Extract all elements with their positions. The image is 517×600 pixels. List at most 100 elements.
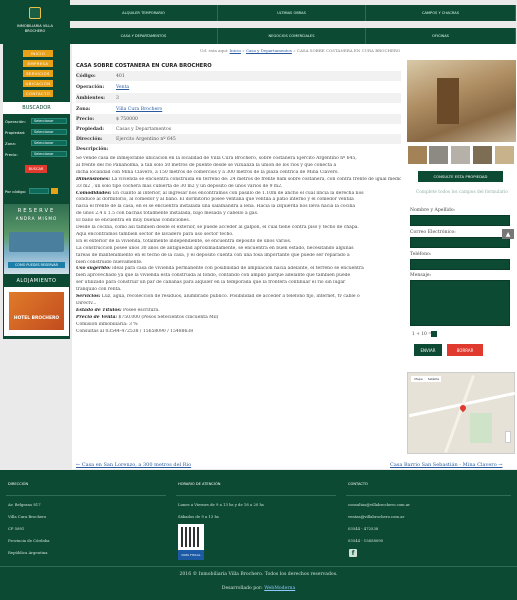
thumbnail[interactable] [473,146,492,164]
description-line: hacia el frente de la casa, en el se enc… [76,204,401,211]
thumbnail[interactable] [429,146,448,164]
description-line: ser utilizado para construir un par de c… [76,280,401,287]
filter-select-zona[interactable]: Seleccionar [31,140,67,146]
footer-hours-line: Sábados de 9 a 13 hs [178,514,219,519]
facebook-icon[interactable]: f [349,549,357,557]
phone-field[interactable] [410,259,510,270]
description-text: tareas de mantenimiento en el techo de l… [76,252,350,258]
menu-inicio[interactable]: INICIO [23,50,53,57]
field-value-link[interactable]: Villa Cura Brochero [116,107,162,112]
breadcrumb-home[interactable]: Inicio [230,48,241,53]
description-line: El baño se encuentra en muy buenas condi… [76,218,401,225]
description-heading: Estado de Títulos: [76,307,122,313]
send-button[interactable]: ENVIAR [414,344,442,356]
description-text: Luz, agua, recolección de residuos, alum… [100,294,360,299]
description-text: $750.000 (Pesos Setecientos cincuenta Mi… [117,314,219,320]
menu-contacto[interactable]: CONTACTO [23,90,53,97]
description-text: La vivienda se encuentra construida en t… [111,176,401,182]
captcha-input[interactable] [431,331,437,337]
map-tab-mapa[interactable]: Mapa [411,376,426,382]
map[interactable]: Mapa Satélite [407,372,516,454]
nav-campos-chacras[interactable]: CAMPOS Y CHACRAS [366,5,516,21]
description-text: dicha localidad con Mina Clavero, a 150 … [76,169,339,175]
description-heading: Dimensiones: [76,176,111,182]
description-heading: Servicios: [76,294,101,299]
qr-code-icon [181,527,201,547]
thumbnail[interactable] [408,146,427,164]
breadcrumb-section[interactable]: Casa y Departamentos [246,48,292,53]
description-line: al frente del rio Panaholma, a tan solo … [76,163,401,170]
field-key: Precio: [76,116,95,122]
map-tab-satelite[interactable]: Satélite [426,376,441,382]
description-text: Consultas al 03544-472538 / 15658090 / 1… [76,328,194,334]
search-button-label: BUSCAR [28,167,44,171]
description-line: bien aprovechado ya que la vivienda esta… [76,273,401,280]
thumbnail[interactable] [451,146,470,164]
hotel-ad-banner[interactable]: ALOJAMIENTO HOTEL BROCHERO [4,276,69,336]
buscador-header: BUSCADOR [3,102,70,114]
code-input[interactable] [29,188,49,194]
logo[interactable]: INMOBILIARIA VILLA BROCHERO [0,0,70,44]
description-line: Dimensiones: La vivienda se encuentra co… [76,177,401,184]
menu-empresa[interactable]: EMPRESA [23,60,53,67]
menu-servicios[interactable]: SERVICIOS [23,70,53,77]
consult-property-button[interactable]: CONSULTE ESTA PROPIEDAD [418,171,503,182]
clear-button[interactable]: BORRAR [447,344,483,356]
property-main-photo[interactable] [407,60,516,142]
clear-button-label: BORRAR [456,347,474,353]
description-line: Uso sugerido: ideal para casa de viviend… [76,266,401,273]
description-line: La construcción posee unos 30 años de an… [76,246,401,253]
filter-select-propiedad[interactable]: Seleccionar [31,129,67,135]
data-fiscal-qr[interactable]: DATA FISCAL [178,524,204,560]
reserve-ad-banner[interactable]: RESERVE ANDRA MISMO COMO PUEDES RESERVAR [4,204,69,274]
prev-property-link[interactable]: ← Casa en San Lorenzo, a 300 metros del … [76,462,191,468]
divider [176,495,336,496]
footer-address-line: Av. Belgrano 817 [8,502,41,507]
thumbnail-strip [407,146,516,164]
description-text: bien construido nuevamente. [76,259,143,265]
consult-button-label: CONSULTE ESTA PROPIEDAD [433,174,488,179]
nav-oficinas[interactable]: OFICINAS [366,28,516,44]
footer-contact-email[interactable]: consultas@villabrochero.com.ar [348,502,410,507]
nav-casas-departamentos[interactable]: CASA Y DEPARTAMENTOS [70,28,218,44]
message-field[interactable] [410,280,510,326]
map-zoom-icon[interactable] [505,431,511,443]
nav-negocios-comerciales[interactable]: NEGOCIOS COMERCIALES [218,28,366,44]
filter-select-precio[interactable]: Seleccionar [31,151,67,157]
email-label: Correo Electrónico: [410,230,456,235]
search-button[interactable]: BUSCAR [25,165,47,173]
scroll-top-button[interactable]: ▲ [502,229,514,239]
name-field[interactable] [410,215,510,226]
description-line: tranquilo con renta. [76,287,401,294]
description-text: El baño se encuentra en muy buenas condi… [76,218,191,224]
hotel-logo-icon [9,292,64,330]
code-search-icon[interactable] [51,188,58,194]
message-label: Mensaje: [410,273,432,278]
captcha-label: 1 + 10 = [412,332,432,337]
nav-alquiler-temporario[interactable]: ALQUILER TEMPORARIO [70,5,218,21]
description-line: Servicios: Luz, agua, recolección de res… [76,294,401,301]
next-property-link[interactable]: Casa Barrio San Sebastián - Mina Clavero… [390,462,502,468]
field-key: Propiedad: [76,126,104,132]
email-field[interactable] [410,237,510,248]
breadcrumb-current: CASA SOBRE COSTANERA EN CURA BROCHERO [296,48,401,53]
description-line: Desde la cocina, como así también desde … [76,225,401,232]
developer-credit: Desarrollado por: WebModerna [0,586,517,591]
filter-label-propiedad: Propiedad: [5,130,26,135]
menu-ubicacion[interactable]: UBICACIÓN [23,80,53,87]
description-text: La construcción posee unos 30 años de an… [76,245,354,251]
field-value-link[interactable]: Venta [116,85,129,90]
description-text: hacia el frente de la casa, en el se enc… [76,204,356,210]
field-codigo: Código: 401 [76,71,401,81]
webmoderna-link[interactable]: WebModerna [264,586,295,591]
description-line: Aquí encontramos también sector de lavad… [76,232,401,239]
nav-ultimas-obras[interactable]: ULTIMAS OBRAS [218,5,366,21]
name-label: Nombre y Apellido: [410,208,456,213]
phone-label: Teléfono: [410,252,432,257]
description-heading: Uso sugerido: [76,266,111,272]
footer-contact-email[interactable]: ventas@villabrochero.com.ar [348,514,404,519]
description-text: ser utilizado para construir un par de c… [76,280,346,286]
thumbnail[interactable] [495,146,514,164]
door-detail [437,78,459,124]
filter-select-operacion[interactable]: Seleccionar [31,118,67,124]
